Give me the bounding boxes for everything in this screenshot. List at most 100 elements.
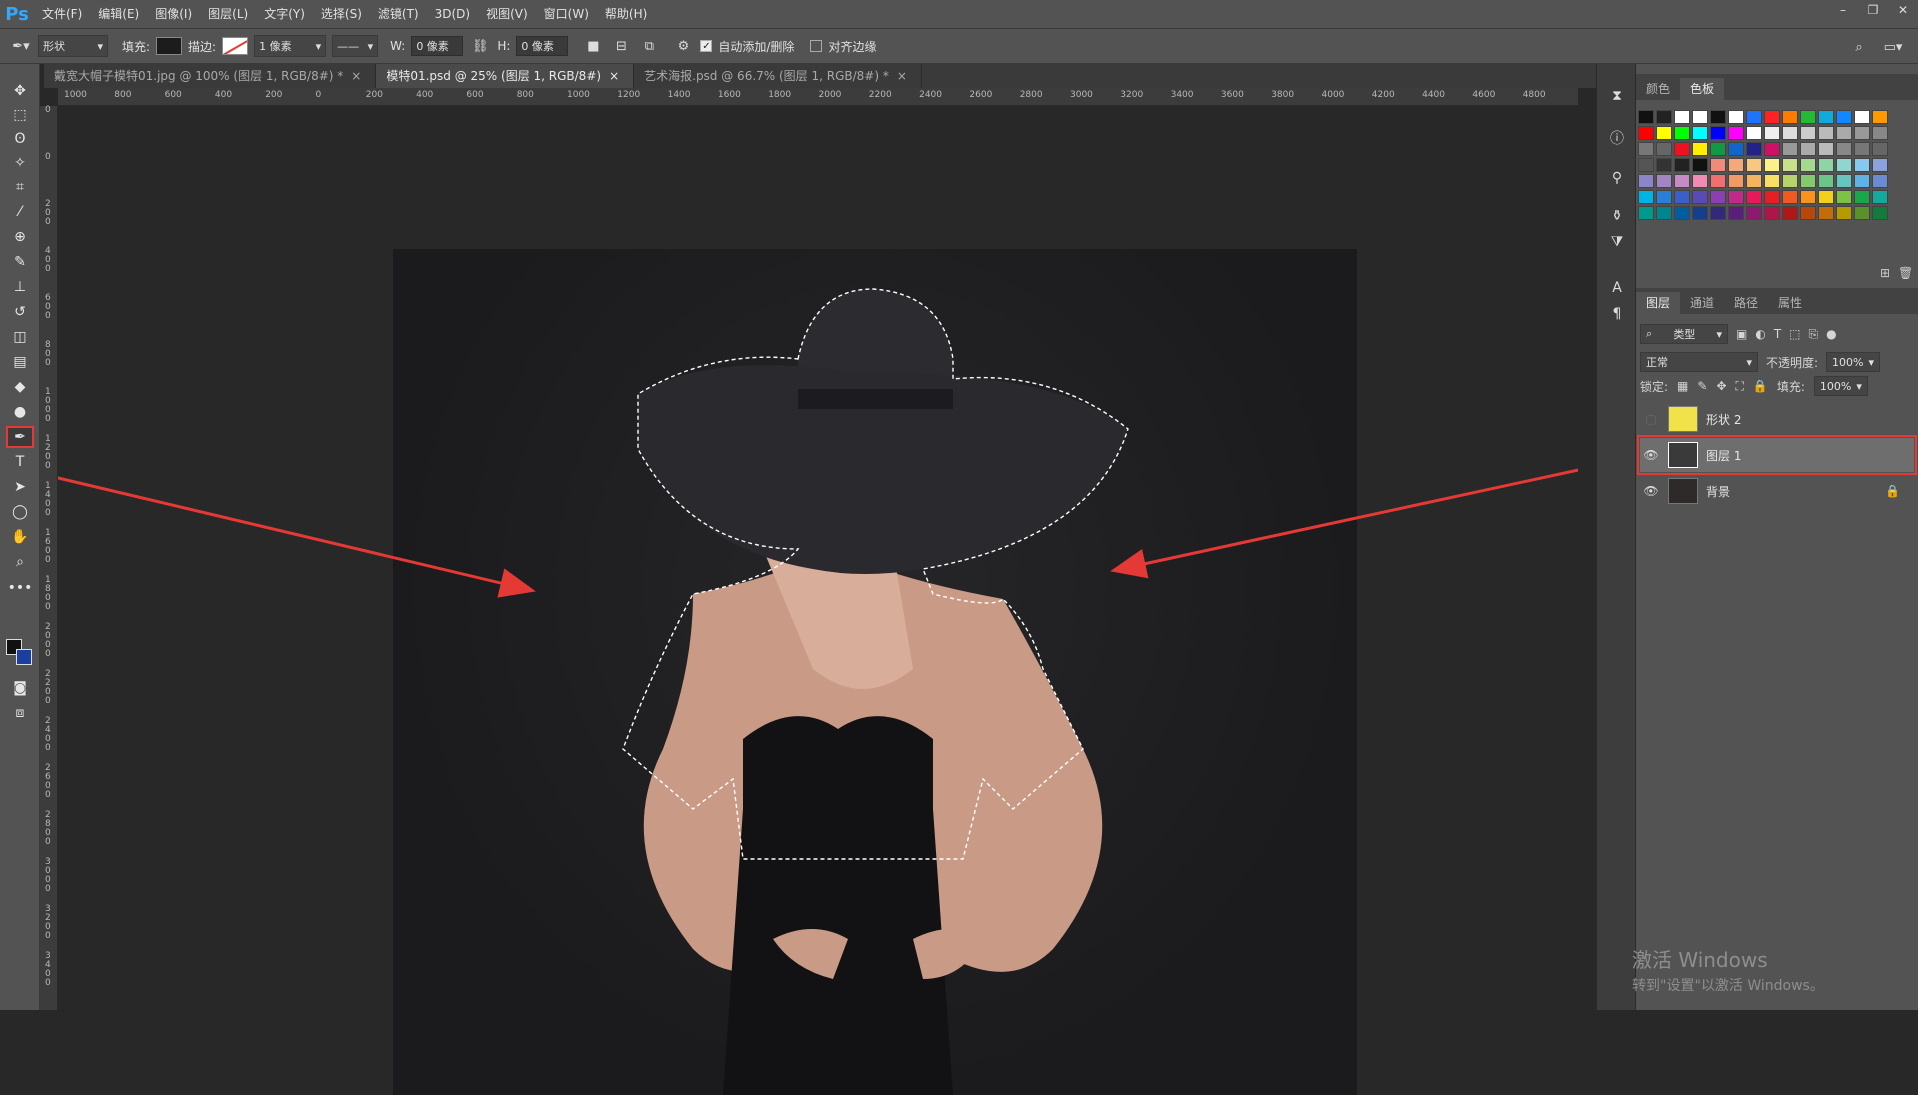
menu-item[interactable]: 帮助(H) bbox=[597, 0, 655, 28]
color-swatch[interactable] bbox=[1764, 158, 1780, 172]
lock-transparent-icon[interactable]: ▦ bbox=[1677, 379, 1688, 393]
menu-item[interactable]: 编辑(E) bbox=[90, 0, 147, 28]
background-color-swatch[interactable] bbox=[16, 649, 32, 665]
menu-item[interactable]: 视图(V) bbox=[478, 0, 536, 28]
stroke-type-select[interactable]: —— ▾ bbox=[332, 35, 379, 57]
info-panel-icon[interactable]: ⓘ bbox=[1605, 126, 1629, 150]
close-icon[interactable]: × bbox=[609, 69, 619, 83]
layer-row-shape2[interactable]: ▢ 形状 2 bbox=[1640, 402, 1914, 436]
color-swatch[interactable] bbox=[1638, 110, 1654, 124]
layer-row-layer1[interactable]: 👁 图层 1 bbox=[1637, 435, 1917, 475]
clone-stamp-tool-icon[interactable]: ⊥ bbox=[6, 276, 34, 298]
move-tool-icon[interactable]: ✥ bbox=[6, 80, 34, 102]
color-swatch[interactable] bbox=[1692, 174, 1708, 188]
color-swatch[interactable] bbox=[1818, 206, 1834, 220]
pen-tool-preset-icon[interactable]: ✒▾ bbox=[10, 35, 32, 57]
new-swatch-icon[interactable]: ⊞ bbox=[1880, 266, 1890, 280]
color-swatch[interactable] bbox=[1836, 190, 1852, 204]
color-swatch[interactable] bbox=[1674, 174, 1690, 188]
menu-item[interactable]: 滤镜(T) bbox=[370, 0, 427, 28]
visibility-off-icon[interactable]: ▢ bbox=[1640, 408, 1662, 430]
tab-properties[interactable]: 属性 bbox=[1768, 292, 1812, 314]
path-alignment-icon[interactable]: ⊟ bbox=[610, 35, 632, 57]
color-swatch[interactable] bbox=[1728, 206, 1744, 220]
color-swatch[interactable] bbox=[1782, 142, 1798, 156]
adjustments-icon[interactable]: ⧩ bbox=[1605, 230, 1629, 254]
color-swatch[interactable] bbox=[1656, 126, 1672, 140]
color-swatch[interactable] bbox=[1746, 190, 1762, 204]
color-swatch[interactable] bbox=[1872, 142, 1888, 156]
color-swatch[interactable] bbox=[1746, 110, 1762, 124]
color-swatch[interactable] bbox=[1656, 110, 1672, 124]
screen-mode-icon[interactable]: ⧈ bbox=[6, 702, 34, 724]
tool-mode-select[interactable]: 形状 ▾ bbox=[38, 35, 108, 57]
shape-filter-icon[interactable]: ⬚ bbox=[1789, 327, 1800, 341]
color-swatch[interactable] bbox=[1710, 158, 1726, 172]
dodge-tool-icon[interactable]: ● bbox=[6, 401, 34, 423]
color-swatch[interactable] bbox=[1854, 110, 1870, 124]
path-selection-tool-icon[interactable]: ➤ bbox=[6, 476, 34, 498]
color-swatch[interactable] bbox=[1782, 206, 1798, 220]
brush-settings-icon[interactable]: ⚱ bbox=[1605, 204, 1629, 228]
layer-name[interactable]: 背景 bbox=[1706, 483, 1730, 500]
crop-tool-icon[interactable]: ⌗ bbox=[6, 176, 34, 198]
type-tool-icon[interactable]: T bbox=[6, 451, 34, 473]
auto-add-delete-checkbox[interactable]: ✓ bbox=[700, 40, 713, 52]
lasso-tool-icon[interactable]: ʘ bbox=[6, 128, 34, 150]
color-swatch[interactable] bbox=[1728, 174, 1744, 188]
color-swatch[interactable] bbox=[1674, 110, 1690, 124]
color-swatch[interactable] bbox=[1764, 142, 1780, 156]
color-swatch[interactable] bbox=[1782, 126, 1798, 140]
color-swatch[interactable] bbox=[1638, 206, 1654, 220]
eye-icon[interactable]: 👁 bbox=[1640, 444, 1662, 466]
color-swatch[interactable] bbox=[1854, 126, 1870, 140]
menu-item[interactable]: 图像(I) bbox=[147, 0, 200, 28]
color-swatch[interactable] bbox=[1710, 142, 1726, 156]
close-icon[interactable]: × bbox=[897, 69, 907, 83]
color-swatch[interactable] bbox=[1854, 158, 1870, 172]
color-swatch[interactable] bbox=[1746, 206, 1762, 220]
pen-tool-icon[interactable]: ✒ bbox=[6, 426, 34, 448]
eraser-tool-icon[interactable]: ◫ bbox=[6, 326, 34, 348]
color-swatch[interactable] bbox=[1836, 110, 1852, 124]
color-swatch[interactable] bbox=[1764, 174, 1780, 188]
color-swatch[interactable] bbox=[1746, 158, 1762, 172]
color-swatch[interactable] bbox=[1728, 110, 1744, 124]
marquee-tool-icon[interactable]: ⬚ bbox=[6, 104, 34, 126]
width-input[interactable]: 0 像素 bbox=[411, 36, 464, 56]
adjustment-filter-icon[interactable]: ◐ bbox=[1755, 327, 1765, 341]
height-input[interactable]: 0 像素 bbox=[516, 36, 569, 56]
tab-layers[interactable]: 图层 bbox=[1636, 292, 1681, 314]
gradient-tool-icon[interactable]: ▤ bbox=[6, 351, 34, 373]
color-swatch[interactable] bbox=[1764, 110, 1780, 124]
color-swatch[interactable] bbox=[1782, 190, 1798, 204]
color-swatch[interactable] bbox=[1674, 142, 1690, 156]
color-swatch[interactable] bbox=[1746, 142, 1762, 156]
color-swatch[interactable] bbox=[1800, 190, 1816, 204]
layer-filter-select[interactable]: ⌕ 类型 ▾ bbox=[1640, 324, 1728, 344]
color-swatch[interactable] bbox=[1764, 206, 1780, 220]
color-swatch[interactable] bbox=[1854, 174, 1870, 188]
magic-wand-tool-icon[interactable]: ✧ bbox=[6, 152, 34, 174]
menu-item[interactable]: 文字(Y) bbox=[256, 0, 313, 28]
color-swatch[interactable] bbox=[1656, 206, 1672, 220]
gear-icon[interactable]: ⚙ bbox=[672, 35, 694, 57]
color-swatch[interactable] bbox=[1854, 190, 1870, 204]
color-swatch[interactable] bbox=[1710, 174, 1726, 188]
color-swatch[interactable] bbox=[1800, 158, 1816, 172]
color-swatch[interactable] bbox=[1674, 158, 1690, 172]
paragraph-panel-icon[interactable]: ¶ bbox=[1605, 302, 1629, 326]
color-swatch[interactable] bbox=[1800, 110, 1816, 124]
color-swatch[interactable] bbox=[1782, 158, 1798, 172]
color-swatch[interactable] bbox=[1872, 206, 1888, 220]
opacity-input[interactable]: 100% ▾ bbox=[1826, 352, 1881, 372]
color-swatch[interactable] bbox=[1674, 126, 1690, 140]
color-swatch[interactable] bbox=[1710, 110, 1726, 124]
tab-color[interactable]: 颜色 bbox=[1636, 78, 1680, 100]
color-swatch[interactable] bbox=[1692, 158, 1708, 172]
lock-artboard-icon[interactable]: ⛶ bbox=[1736, 379, 1744, 394]
color-swatch[interactable] bbox=[1836, 126, 1852, 140]
color-swatch[interactable] bbox=[1782, 110, 1798, 124]
color-swatch[interactable] bbox=[1692, 206, 1708, 220]
color-swatch[interactable] bbox=[1800, 126, 1816, 140]
